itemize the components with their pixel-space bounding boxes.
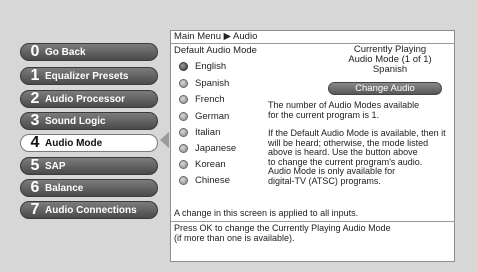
breadcrumb: Main Menu ▶ Audio <box>174 31 258 42</box>
radio-icon <box>179 176 188 185</box>
radio-icon <box>179 95 188 104</box>
radio-label: Italian <box>195 127 221 138</box>
radio-label: English <box>195 61 227 72</box>
menu-label: SAP <box>45 160 66 172</box>
radio-label: French <box>195 94 225 105</box>
radio-english[interactable]: English <box>179 61 226 72</box>
radio-icon <box>179 128 188 137</box>
menu-audio-mode[interactable]: 4 Audio Mode <box>20 134 158 152</box>
radio-label: Japanese <box>195 143 237 154</box>
menu-balance[interactable]: 6 Balance <box>20 179 158 197</box>
menu-label: Balance <box>45 182 84 194</box>
menu-number: 0 <box>30 43 40 60</box>
menu-go-back[interactable]: 0 Go Back <box>20 43 158 61</box>
menu-audio-processor[interactable]: 2 Audio Processor <box>20 90 158 108</box>
radio-icon <box>179 160 188 169</box>
change-audio-button[interactable]: Change Audio <box>328 82 442 95</box>
menu-number: 7 <box>30 201 40 218</box>
currently-playing-language: Spanish <box>372 64 408 75</box>
footer-hint: Press OK to change the Currently Playing… <box>174 223 391 243</box>
radio-german[interactable]: German <box>179 111 229 122</box>
radio-spanish[interactable]: Spanish <box>179 78 229 89</box>
applies-to-all-inputs-note: A change in this screen is applied to al… <box>174 208 359 218</box>
audio-mode-panel: Main Menu ▶ Audio Default Audio Mode Eng… <box>170 30 455 262</box>
breadcrumb-bar: Main Menu ▶ Audio <box>171 31 454 44</box>
audio-modes-count-text: The number of Audio Modes available for … <box>268 100 453 120</box>
menu-label: Equalizer Presets <box>45 70 129 82</box>
menu-label: Audio Connections <box>45 204 137 216</box>
radio-label: Chinese <box>195 175 230 186</box>
menu-sound-logic[interactable]: 3 Sound Logic <box>20 112 158 130</box>
selection-pointer-icon <box>160 132 169 148</box>
footer-divider <box>171 221 454 222</box>
radio-checked-icon <box>179 62 188 71</box>
menu-audio-connections[interactable]: 7 Audio Connections <box>20 201 158 219</box>
radio-label: Spanish <box>195 78 230 89</box>
menu-label: Audio Processor <box>45 93 126 105</box>
menu-number: 1 <box>30 67 40 84</box>
radio-icon <box>179 79 188 88</box>
radio-french[interactable]: French <box>179 94 225 105</box>
radio-icon <box>179 112 188 121</box>
radio-chinese[interactable]: Chinese <box>179 175 230 186</box>
radio-icon <box>179 144 188 153</box>
menu-equalizer-presets[interactable]: 1 Equalizer Presets <box>20 67 158 85</box>
audio-mode-help-text: If the Default Audio Mode is available, … <box>268 128 453 186</box>
menu-label: Sound Logic <box>45 115 106 127</box>
menu-label: Go Back <box>45 46 86 58</box>
radio-korean[interactable]: Korean <box>179 159 226 170</box>
desc-line: for the current program is 1. <box>268 109 380 120</box>
menu-label: Audio Mode <box>45 137 103 149</box>
currently-playing: Currently Playing Audio Mode (1 of 1) Sp… <box>327 45 453 75</box>
radio-italian[interactable]: Italian <box>179 127 220 138</box>
menu-number: 3 <box>30 112 40 129</box>
footer-line: (if more than one is available). <box>174 232 295 243</box>
radio-label: Korean <box>195 159 226 170</box>
default-audio-mode-title: Default Audio Mode <box>174 45 257 56</box>
menu-number: 5 <box>30 157 40 174</box>
menu-number: 6 <box>30 179 40 196</box>
desc-line: digital-TV (ATSC) programs. <box>268 175 381 186</box>
radio-label: German <box>195 111 230 122</box>
menu-number: 2 <box>30 90 40 107</box>
radio-japanese[interactable]: Japanese <box>179 143 236 154</box>
menu-number: 4 <box>30 134 40 151</box>
menu-sap[interactable]: 5 SAP <box>20 157 158 175</box>
